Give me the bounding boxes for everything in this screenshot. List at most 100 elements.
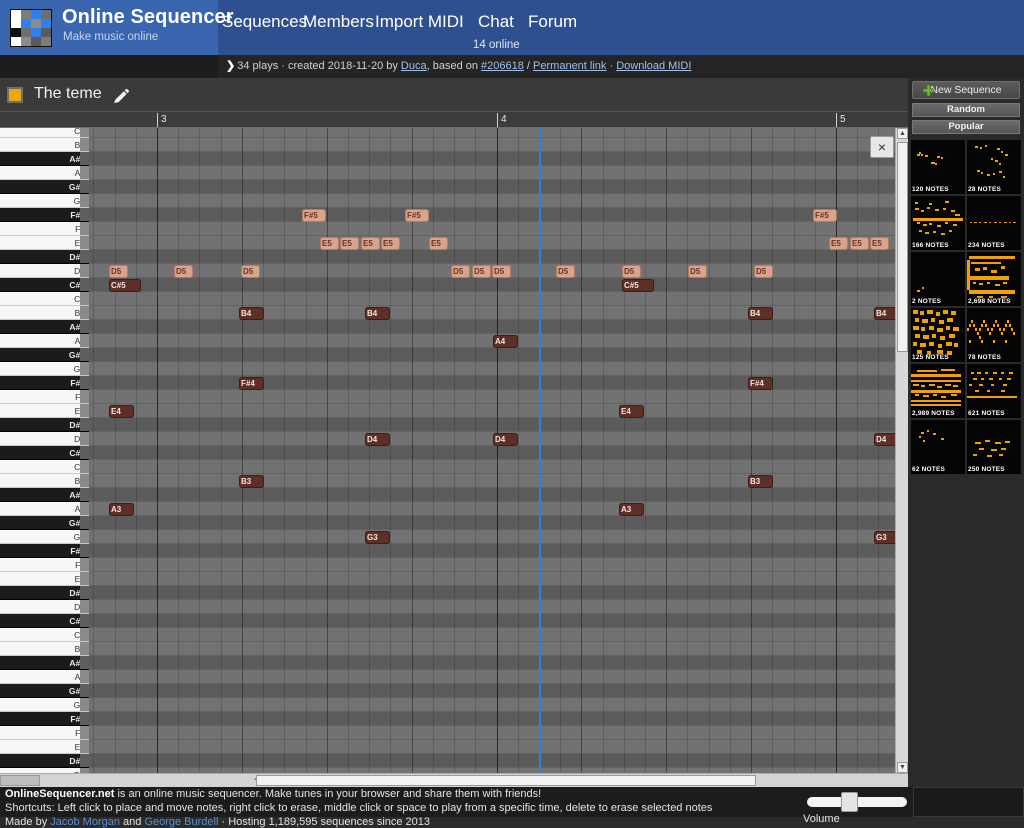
note-block[interactable]: E5 — [850, 237, 869, 250]
grid-row[interactable] — [89, 474, 908, 488]
grid-row[interactable] — [89, 166, 908, 180]
nav-link-members[interactable]: Members — [303, 12, 374, 32]
horizontal-scrollbar[interactable]: ◀ — [0, 773, 908, 787]
piano-key-D3[interactable]: D3 — [0, 600, 89, 614]
horizontal-scroll-thumb[interactable] — [256, 775, 756, 786]
grid-row[interactable] — [89, 516, 908, 530]
grid-row[interactable] — [89, 684, 908, 698]
sequence-thumbnail[interactable]: 78 NOTES — [967, 308, 1021, 362]
piano-key-G4[interactable]: G4 — [0, 362, 89, 376]
note-block[interactable]: D5 — [492, 265, 511, 278]
grid-row[interactable] — [89, 460, 908, 474]
piano-key-Asharp2[interactable]: A#2 — [0, 656, 89, 670]
timeline-ruler[interactable]: 3 4 5 — [0, 112, 908, 128]
grid-row[interactable] — [89, 712, 908, 726]
note-block[interactable]: E5 — [829, 237, 848, 250]
note-block[interactable]: D5 — [109, 265, 128, 278]
grid-row[interactable] — [89, 222, 908, 236]
grid-row[interactable] — [89, 278, 908, 292]
grid-row[interactable] — [89, 208, 908, 222]
expand-arrow-icon[interactable]: ❯ — [226, 60, 235, 72]
grid-row[interactable] — [89, 754, 908, 768]
piano-key-A5[interactable]: A5 — [0, 166, 89, 180]
sequence-thumbnail[interactable]: 62 NOTES — [911, 420, 965, 474]
piano-key-F2[interactable]: F2 — [0, 726, 89, 740]
grid-row[interactable] — [89, 600, 908, 614]
pencil-icon[interactable] — [112, 88, 130, 106]
grid-row[interactable] — [89, 446, 908, 460]
grid-row[interactable] — [89, 558, 908, 572]
note-block[interactable]: D4 — [493, 433, 518, 446]
piano-key-F4[interactable]: F4 — [0, 390, 89, 404]
piano-key-Csharp5[interactable]: C#5 — [0, 278, 89, 292]
close-icon[interactable]: × — [870, 136, 894, 158]
note-block[interactable]: D5 — [556, 265, 575, 278]
note-block[interactable]: E5 — [320, 237, 339, 250]
piano-key-G5[interactable]: G5 — [0, 194, 89, 208]
note-block[interactable]: F#5 — [813, 209, 837, 222]
piano-key-E3[interactable]: E3 — [0, 572, 89, 586]
piano-key-Fsharp4[interactable]: F#4 — [0, 376, 89, 390]
note-block[interactable]: B4 — [239, 307, 264, 320]
grid-row[interactable] — [89, 306, 908, 320]
vertical-scroll-thumb[interactable] — [897, 142, 908, 352]
piano-key-Csharp3[interactable]: C#3 — [0, 614, 89, 628]
grid-row[interactable] — [89, 152, 908, 166]
note-block[interactable]: G3 — [365, 531, 390, 544]
grid-row[interactable] — [89, 320, 908, 334]
piano-key-A2[interactable]: A2 — [0, 670, 89, 684]
piano-key-Dsharp3[interactable]: D#3 — [0, 586, 89, 600]
note-block[interactable]: D5 — [451, 265, 470, 278]
piano-key-C4[interactable]: C4 — [0, 460, 89, 474]
piano-key-G3[interactable]: G3 — [0, 530, 89, 544]
grid-row[interactable] — [89, 390, 908, 404]
credit-author-a[interactable]: Jacob Morgan — [50, 816, 120, 828]
piano-key-B2[interactable]: B2 — [0, 642, 89, 656]
note-block[interactable]: F#5 — [405, 209, 429, 222]
tab-random[interactable]: Random — [912, 103, 1020, 117]
piano-key-Dsharp4[interactable]: D#4 — [0, 418, 89, 432]
note-block[interactable]: E5 — [340, 237, 359, 250]
grid-row[interactable] — [89, 572, 908, 586]
vertical-scrollbar[interactable]: ▲ ▼ — [895, 128, 908, 773]
new-sequence-button[interactable]: New Sequence — [912, 81, 1020, 99]
scroll-down-arrow-icon[interactable]: ▼ — [897, 762, 908, 773]
note-block[interactable]: D5 — [472, 265, 491, 278]
piano-key-E4[interactable]: E4 — [0, 404, 89, 418]
piano-key-D4[interactable]: D4 — [0, 432, 89, 446]
volume-slider-thumb[interactable] — [841, 792, 858, 812]
grid-row[interactable] — [89, 698, 908, 712]
grid-row[interactable] — [89, 376, 908, 390]
grid-row[interactable] — [89, 404, 908, 418]
note-block[interactable]: B3 — [239, 475, 264, 488]
piano-key-Csharp4[interactable]: C#4 — [0, 446, 89, 460]
sequence-thumbnail[interactable]: 2 NOTES — [911, 252, 965, 306]
note-block[interactable]: D5 — [688, 265, 707, 278]
grid-row[interactable] — [89, 628, 908, 642]
grid-row[interactable] — [89, 348, 908, 362]
nav-link-sequences[interactable]: Sequences — [222, 12, 307, 32]
note-block[interactable]: B4 — [748, 307, 773, 320]
note-block[interactable]: B4 — [365, 307, 390, 320]
note-block[interactable]: F#4 — [748, 377, 773, 390]
note-block[interactable]: D5 — [622, 265, 641, 278]
grid-row[interactable] — [89, 614, 908, 628]
piano-key-Fsharp5[interactable]: F#5 — [0, 208, 89, 222]
note-block[interactable]: B3 — [748, 475, 773, 488]
note-grid[interactable]: F#5 F#5 F#5 E5 E5 E5 E5 E5 E5 E5 E5 D5 D5 D5 D5 D5 D5 D5 D… — [89, 128, 908, 773]
note-block[interactable]: E5 — [381, 237, 400, 250]
piano-key-Dsharp5[interactable]: D#5 — [0, 250, 89, 264]
piano-key-Gsharp2[interactable]: G#2 — [0, 684, 89, 698]
piano-keyboard[interactable]: C6 B5 A#5 A5 G#5 G5 F#5 F5 E5 D#5 D5 C#5 C5 B4 A#4 A4 G#… — [0, 128, 89, 773]
note-block[interactable]: D5 — [241, 265, 260, 278]
scroll-up-arrow-icon[interactable]: ▲ — [897, 128, 908, 139]
nav-link-forum[interactable]: Forum — [528, 12, 577, 32]
download-midi-link[interactable]: Download MIDI — [616, 60, 691, 72]
note-block[interactable]: F#5 — [302, 209, 326, 222]
note-block[interactable]: E5 — [361, 237, 380, 250]
note-block[interactable]: A3 — [619, 503, 644, 516]
sequence-thumbnail[interactable]: 166 NOTES — [911, 196, 965, 250]
piano-key-Gsharp5[interactable]: G#5 — [0, 180, 89, 194]
piano-key-C6[interactable]: C6 — [0, 128, 89, 138]
note-block[interactable]: E5 — [870, 237, 889, 250]
